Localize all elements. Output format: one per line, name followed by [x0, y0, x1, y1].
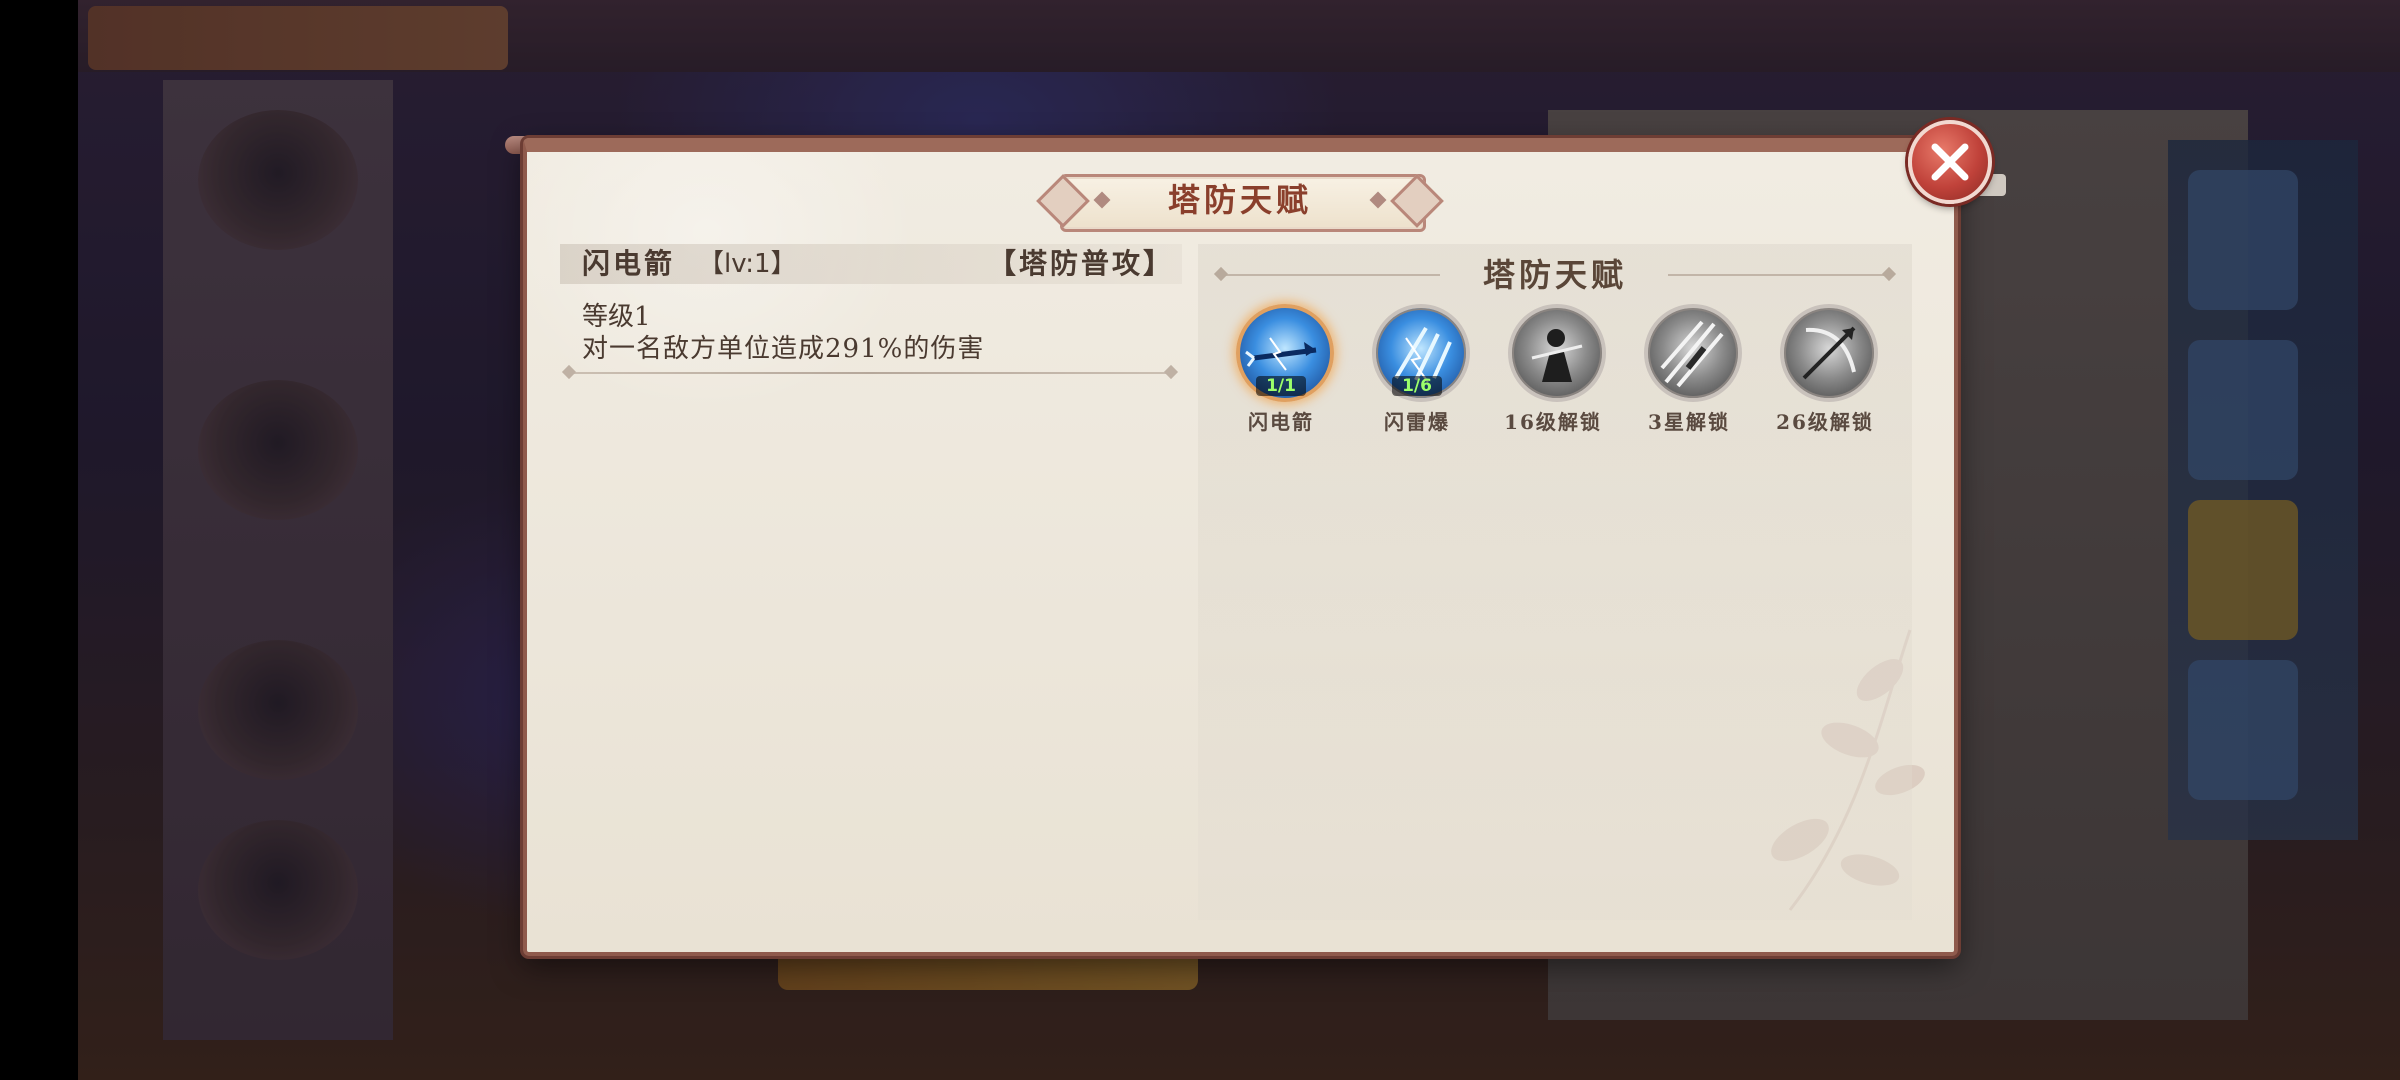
talent-pane: 塔防天赋 1/1 闪电箭 1/6 闪雷爆 16级解锁 3星解锁 26级解锁 [1198, 244, 1912, 920]
dialog-title: 塔防天赋 [1167, 181, 1312, 219]
skill-level-tag: 【lv:1】 [698, 249, 797, 279]
talent-icon-frame [1780, 304, 1878, 402]
talent-item-lightning-arrow[interactable]: 1/1 闪电箭 [1226, 304, 1336, 434]
talent-item-thunder-burst[interactable]: 1/6 闪雷爆 [1362, 304, 1472, 434]
talent-pane-title: 塔防天赋 [1482, 256, 1627, 294]
close-x-icon [1931, 143, 1969, 181]
talent-label: 16级解锁 [1504, 410, 1602, 434]
skill-description: 对一名敌方单位造成291%的伤害 [582, 334, 985, 364]
talent-label: 3星解锁 [1648, 410, 1730, 434]
close-button[interactable] [1908, 120, 1992, 204]
slash-streak-icon [1660, 320, 1724, 388]
talent-count: 1/1 [1256, 376, 1306, 396]
dialog-title-banner: 塔防天赋 [1036, 174, 1444, 232]
talent-item-locked-3star[interactable]: 3星解锁 [1634, 304, 1744, 434]
talent-item-locked-lv16[interactable]: 16级解锁 [1498, 304, 1608, 434]
divider [570, 372, 1170, 374]
talent-icon-frame [1644, 304, 1742, 402]
talent-label: 26级解锁 [1776, 410, 1874, 434]
talent-label: 闪电箭 [1248, 410, 1314, 434]
warrior-silhouette-icon [1531, 329, 1583, 382]
skill-name: 闪电箭 [582, 247, 676, 280]
talent-icon-frame [1508, 304, 1606, 402]
talent-item-locked-lv26[interactable]: 26级解锁 [1770, 304, 1880, 434]
crossbow-icon [1802, 326, 1856, 380]
divider [1668, 274, 1890, 276]
skill-type-tag: 【塔防普攻】 [987, 247, 1174, 280]
skill-header: 闪电箭 【lv:1】 【塔防普攻】 [560, 244, 1182, 284]
talent-label: 闪雷爆 [1384, 410, 1450, 434]
talent-list: 1/1 闪电箭 1/6 闪雷爆 16级解锁 3星解锁 26级解锁 [1198, 304, 1912, 434]
skill-detail-pane: 闪电箭 【lv:1】 【塔防普攻】 等级1 对一名敌方单位造成291%的伤害 [560, 244, 1182, 904]
talent-count: 1/6 [1392, 376, 1442, 396]
